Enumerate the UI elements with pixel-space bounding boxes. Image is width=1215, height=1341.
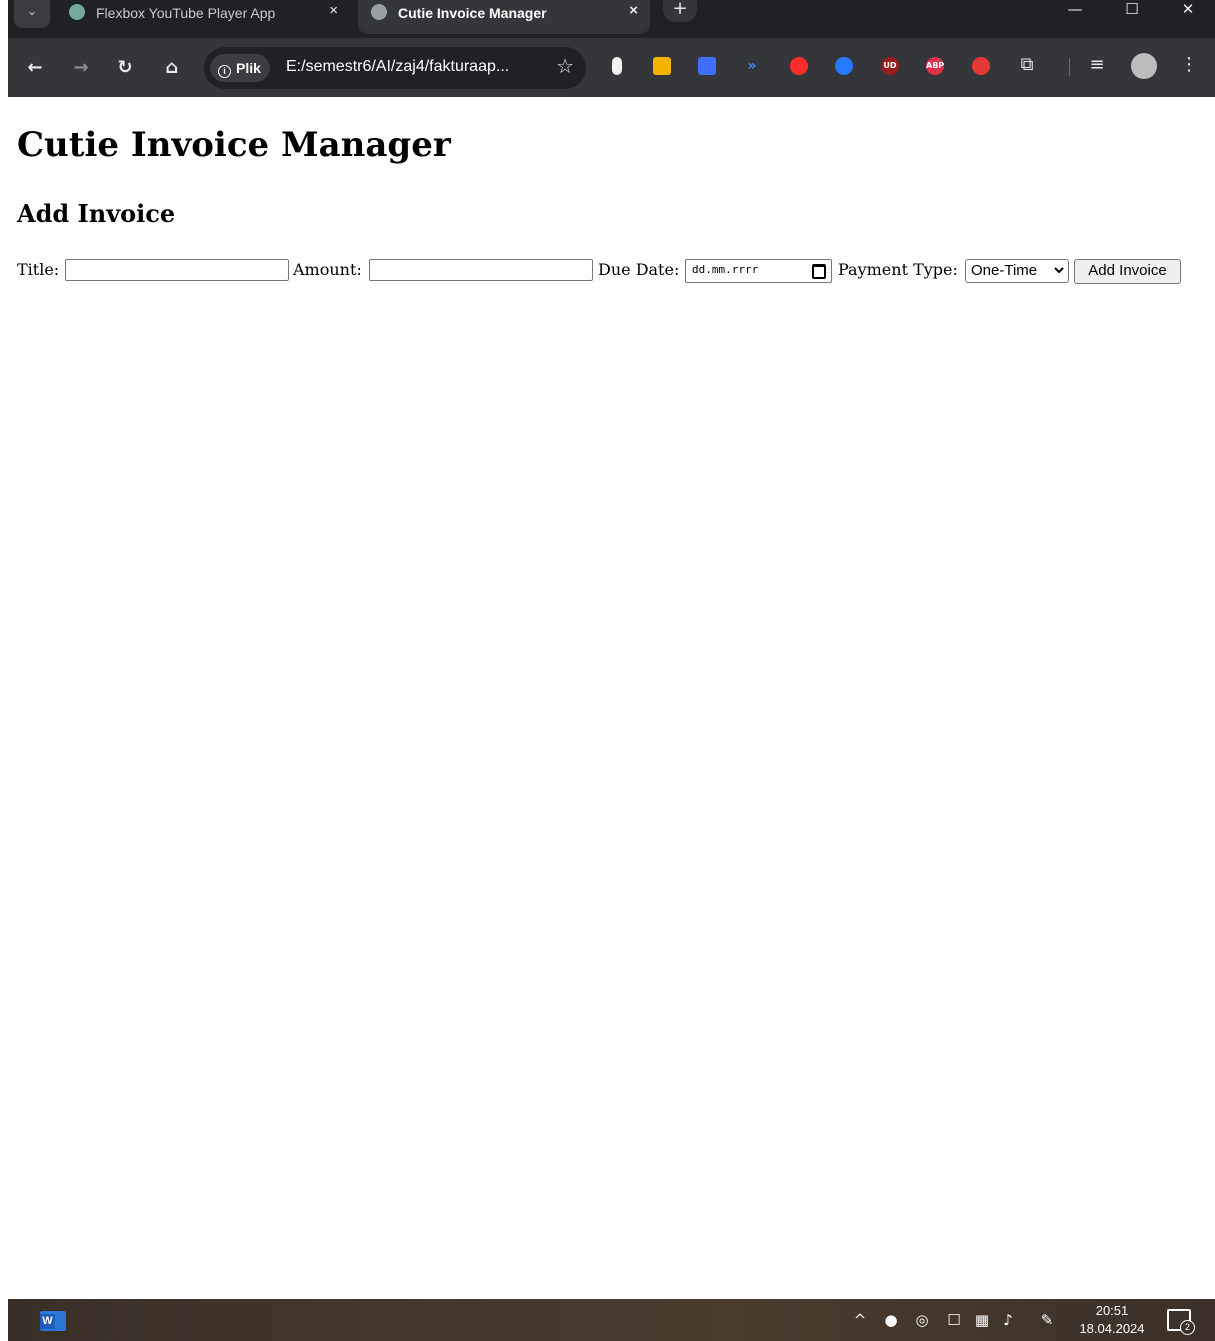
due-date-placeholder: dd.mm.rrrr	[692, 263, 759, 276]
window-close-icon[interactable]: ✕	[1173, 0, 1203, 18]
site-info-chip[interactable]: i Plik	[210, 54, 270, 82]
amount-input[interactable]	[369, 259, 593, 281]
word-app-icon[interactable]: W	[40, 1311, 66, 1331]
reload-icon[interactable]: ↻	[112, 55, 138, 81]
tab-title: Cutie Invoice Manager	[398, 5, 547, 21]
app-tray-icon[interactable]: ▦	[972, 1311, 992, 1329]
title-input[interactable]	[65, 259, 289, 281]
close-icon[interactable]: ×	[629, 2, 638, 19]
extension-keep-icon[interactable]	[653, 57, 671, 75]
os-taskbar: W ^ ● ◎ ☐ ▦ ♪ ✎ 20:51 18.04.2024 2	[8, 1299, 1215, 1341]
minimize-icon[interactable]: —	[1060, 0, 1090, 18]
notification-center-icon[interactable]: 2	[1167, 1309, 1195, 1335]
clock-time: 20:51	[1095, 1303, 1129, 1318]
payment-type-select[interactable]: One-Time	[965, 259, 1069, 283]
page-title: Cutie Invoice Manager	[17, 125, 451, 165]
payment-type-label: Payment Type:	[838, 260, 958, 279]
due-date-label: Due Date:	[598, 260, 680, 279]
tab-title: Flexbox YouTube Player App	[96, 5, 276, 21]
menu-kebab-icon[interactable]: ⋮	[1178, 54, 1200, 75]
chevron-down-icon	[1054, 260, 1064, 283]
network-icon[interactable]: ☐	[944, 1311, 964, 1329]
extension-people-icon[interactable]	[698, 57, 716, 75]
maximize-icon[interactable]: ☐	[1117, 0, 1147, 18]
clock-date: 18.04.2024	[1079, 1321, 1145, 1336]
tab-search-button[interactable]: ⌄	[14, 0, 50, 28]
microphone-icon[interactable]: ●	[881, 1311, 901, 1329]
extension-doc-icon[interactable]	[835, 57, 853, 75]
toolbar-divider	[1069, 58, 1070, 76]
extensions-puzzle-icon[interactable]: ⧉	[1016, 54, 1038, 75]
site-info-label: Plik	[236, 60, 261, 76]
camera-tray-icon[interactable]: ◎	[912, 1311, 932, 1329]
add-invoice-button[interactable]: Add Invoice	[1074, 259, 1181, 284]
extension-heart-icon[interactable]	[790, 57, 808, 75]
home-icon[interactable]: ⌂	[159, 55, 185, 81]
extension-record-icon[interactable]	[972, 57, 990, 75]
payment-type-value: One-Time	[971, 262, 1038, 279]
browser-window-chrome: ⌄ Flexbox YouTube Player App × Cutie Inv…	[8, 0, 1215, 97]
url-text[interactable]: E:/semestr6/AI/zaj4/fakturaap...	[286, 58, 509, 76]
system-clock[interactable]: 20:51 18.04.2024	[1076, 1302, 1148, 1338]
tab-strip: ⌄ Flexbox YouTube Player App × Cutie Inv…	[8, 0, 1215, 38]
close-icon[interactable]: ×	[329, 2, 338, 19]
extension-flame-icon[interactable]	[612, 57, 622, 75]
pen-icon[interactable]: ✎	[1037, 1311, 1057, 1329]
tab-cutie-invoice-manager[interactable]: Cutie Invoice Manager ×	[358, 0, 650, 34]
due-date-input[interactable]: dd.mm.rrrr	[685, 259, 832, 283]
calendar-icon[interactable]	[812, 264, 826, 279]
extension-ublock-icon[interactable]: UD	[881, 57, 899, 75]
tab-flexbox-youtube[interactable]: Flexbox YouTube Player App ×	[56, 0, 350, 34]
title-label: Title:	[17, 260, 60, 279]
browser-toolbar: ← → ↻ ⌂ i Plik E:/semestr6/AI/zaj4/faktur…	[8, 38, 1215, 97]
notification-count-badge: 2	[1180, 1320, 1195, 1335]
profile-avatar[interactable]	[1131, 53, 1157, 79]
extension-signal-icon[interactable]: »	[743, 57, 761, 75]
page-content: Cutie Invoice Manager Add Invoice Title:…	[0, 97, 1215, 1298]
address-bar[interactable]: i Plik E:/semestr6/AI/zaj4/fakturaap... ☆	[204, 47, 586, 89]
back-arrow-icon[interactable]: ←	[22, 55, 48, 81]
amount-label: Amount:	[293, 260, 362, 279]
section-heading: Add Invoice	[17, 199, 176, 228]
info-icon: i	[218, 65, 231, 78]
globe-favicon-icon	[371, 4, 387, 20]
forward-arrow-icon[interactable]: →	[68, 55, 94, 81]
extension-adblock-icon[interactable]: ABP	[926, 57, 944, 75]
chatgpt-favicon-icon	[69, 4, 85, 20]
bookmark-star-icon[interactable]: ☆	[556, 54, 574, 78]
new-tab-button[interactable]: +	[663, 0, 697, 22]
media-queue-icon[interactable]: ≡	[1086, 54, 1108, 75]
show-hidden-icons-icon[interactable]: ^	[850, 1311, 870, 1329]
volume-icon[interactable]: ♪	[998, 1311, 1018, 1329]
